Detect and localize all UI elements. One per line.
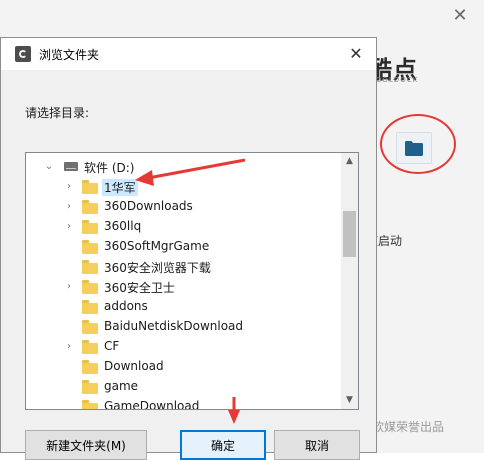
arrow-to-selected-folder [147,158,246,180]
arrow-head-left-icon [135,170,154,186]
arrow-head-down-icon [228,410,240,424]
annotation-arrows [135,158,246,424]
